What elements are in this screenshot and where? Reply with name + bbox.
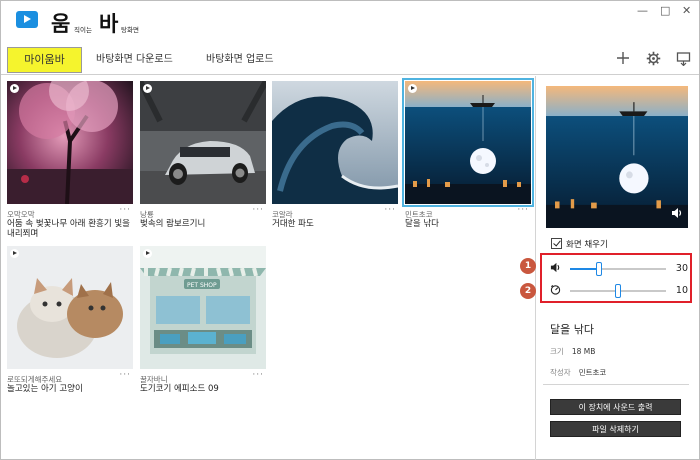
speed-value: 10 xyxy=(675,285,688,296)
speed-slider-row: 10 xyxy=(550,284,688,298)
file-size-row: 크기 18 MB xyxy=(550,346,595,357)
card-title: 놀고있는 아기 고양이 xyxy=(7,384,83,394)
wallpaper-card[interactable]: 낭룡 ··· 벚속의 람보르기니 xyxy=(140,81,266,229)
wallpaper-card-selected[interactable]: 민트초코 ··· 달을 낚다 xyxy=(402,78,534,229)
wallpaper-card[interactable]: 로또되게해주세요 ··· 놀고있는 아기 고양이 xyxy=(7,246,133,394)
minimize-button[interactable]: — xyxy=(637,5,648,17)
card-title: 거대한 파도 xyxy=(272,219,314,229)
annotation-marker-2: 2 xyxy=(520,283,536,299)
wallpaper-thumbnail[interactable] xyxy=(7,246,133,369)
annotation-marker-1: 1 xyxy=(520,258,536,274)
more-options-button[interactable]: ··· xyxy=(384,205,396,215)
wallpaper-card[interactable]: PET SHOP 꿀자바니 ··· 도기코기 에피소드 09 xyxy=(140,246,266,394)
wallpaper-card[interactable]: 오막오막 ··· 어둠 속 벚꽃나무 아래 환흥기 빛을 내리쬐며 xyxy=(7,81,133,239)
volume-slider-row: 30 xyxy=(550,262,688,276)
card-title: 도기코기 에피소드 09 xyxy=(140,384,219,394)
creator-row: 작성자 민트초코 xyxy=(550,367,606,378)
play-icon xyxy=(408,84,417,93)
svg-text:PET SHOP: PET SHOP xyxy=(187,282,217,289)
play-icon xyxy=(10,84,19,93)
tab-bar: 마이움바 바탕화면 다운로드 바탕화면 업로드 xyxy=(1,45,699,75)
volume-slider-handle[interactable] xyxy=(596,262,602,276)
creator-label: 작성자 xyxy=(550,368,571,377)
logo-char-1: 움 xyxy=(51,12,71,36)
divider xyxy=(543,384,689,385)
more-options-button[interactable]: ··· xyxy=(252,205,264,215)
speed-icon xyxy=(550,284,561,300)
play-icon xyxy=(143,249,152,258)
speed-slider[interactable] xyxy=(570,284,666,298)
more-options-button[interactable]: ··· xyxy=(517,205,529,215)
logo-small-1: 직이는 xyxy=(74,26,92,34)
plus-icon[interactable] xyxy=(614,51,632,69)
sound-output-button[interactable]: 이 장치에 사운드 출력 xyxy=(550,399,681,415)
logo-small-2: 탕화면 xyxy=(121,26,139,34)
volume-slider-fill xyxy=(570,268,599,270)
size-value: 18 MB xyxy=(571,347,596,356)
size-label: 크기 xyxy=(550,347,564,356)
tab-wallpaper-download[interactable]: 바탕화면 다운로드 xyxy=(96,45,173,75)
card-title: 벚속의 람보르기니 xyxy=(140,219,206,229)
more-options-button[interactable]: ··· xyxy=(252,370,264,380)
wallpaper-thumbnail[interactable] xyxy=(272,81,398,204)
window-icon[interactable] xyxy=(674,51,692,69)
app-logo-icon xyxy=(16,11,38,28)
more-options-button[interactable]: ··· xyxy=(119,370,131,380)
fill-screen-label: 화면 채우기 xyxy=(566,240,608,250)
close-button[interactable]: ✕ xyxy=(682,5,691,17)
wallpaper-thumbnail[interactable]: PET SHOP xyxy=(140,246,266,369)
wallpaper-thumbnail[interactable] xyxy=(405,81,531,204)
logo-char-2: 바 xyxy=(99,12,119,36)
play-icon xyxy=(10,249,19,258)
selected-wallpaper-title: 달을 낚다 xyxy=(550,323,594,336)
play-icon xyxy=(143,84,152,93)
volume-slider[interactable] xyxy=(570,262,666,276)
fill-screen-checkbox[interactable] xyxy=(551,238,562,249)
tab-my-wallpapers[interactable]: 마이움바 xyxy=(7,47,82,73)
volume-value: 30 xyxy=(675,263,688,274)
slider-highlight-box: 30 10 xyxy=(540,253,692,303)
card-title: 달을 낚다 xyxy=(405,219,439,229)
delete-file-button[interactable]: 파일 삭제하기 xyxy=(550,421,681,437)
app-window: 움 직이는 바 탕화면 — □ ✕ 마이움바 바탕화면 다운로드 바탕화면 업로… xyxy=(0,0,700,460)
creator-value: 민트초코 xyxy=(578,368,607,377)
wallpaper-thumbnail[interactable] xyxy=(7,81,133,204)
tab-wallpaper-upload[interactable]: 바탕화면 업로드 xyxy=(206,45,274,75)
gear-icon[interactable] xyxy=(644,51,662,69)
card-title: 어둠 속 벚꽃나무 아래 환흥기 빛을 내리쬐며 xyxy=(7,219,130,239)
speaker-icon[interactable] xyxy=(671,207,683,222)
wallpaper-card[interactable]: 코알라 ··· 거대한 파도 xyxy=(272,81,398,229)
speed-slider-handle[interactable] xyxy=(615,284,621,298)
wallpaper-thumbnail[interactable] xyxy=(140,81,266,204)
wallpaper-preview xyxy=(546,86,688,228)
more-options-button[interactable]: ··· xyxy=(119,205,131,215)
maximize-button[interactable]: □ xyxy=(660,5,670,17)
speed-slider-fill xyxy=(570,290,618,292)
title-bar: 움 직이는 바 탕화면 — □ ✕ xyxy=(1,1,699,43)
speaker-icon xyxy=(550,262,561,278)
